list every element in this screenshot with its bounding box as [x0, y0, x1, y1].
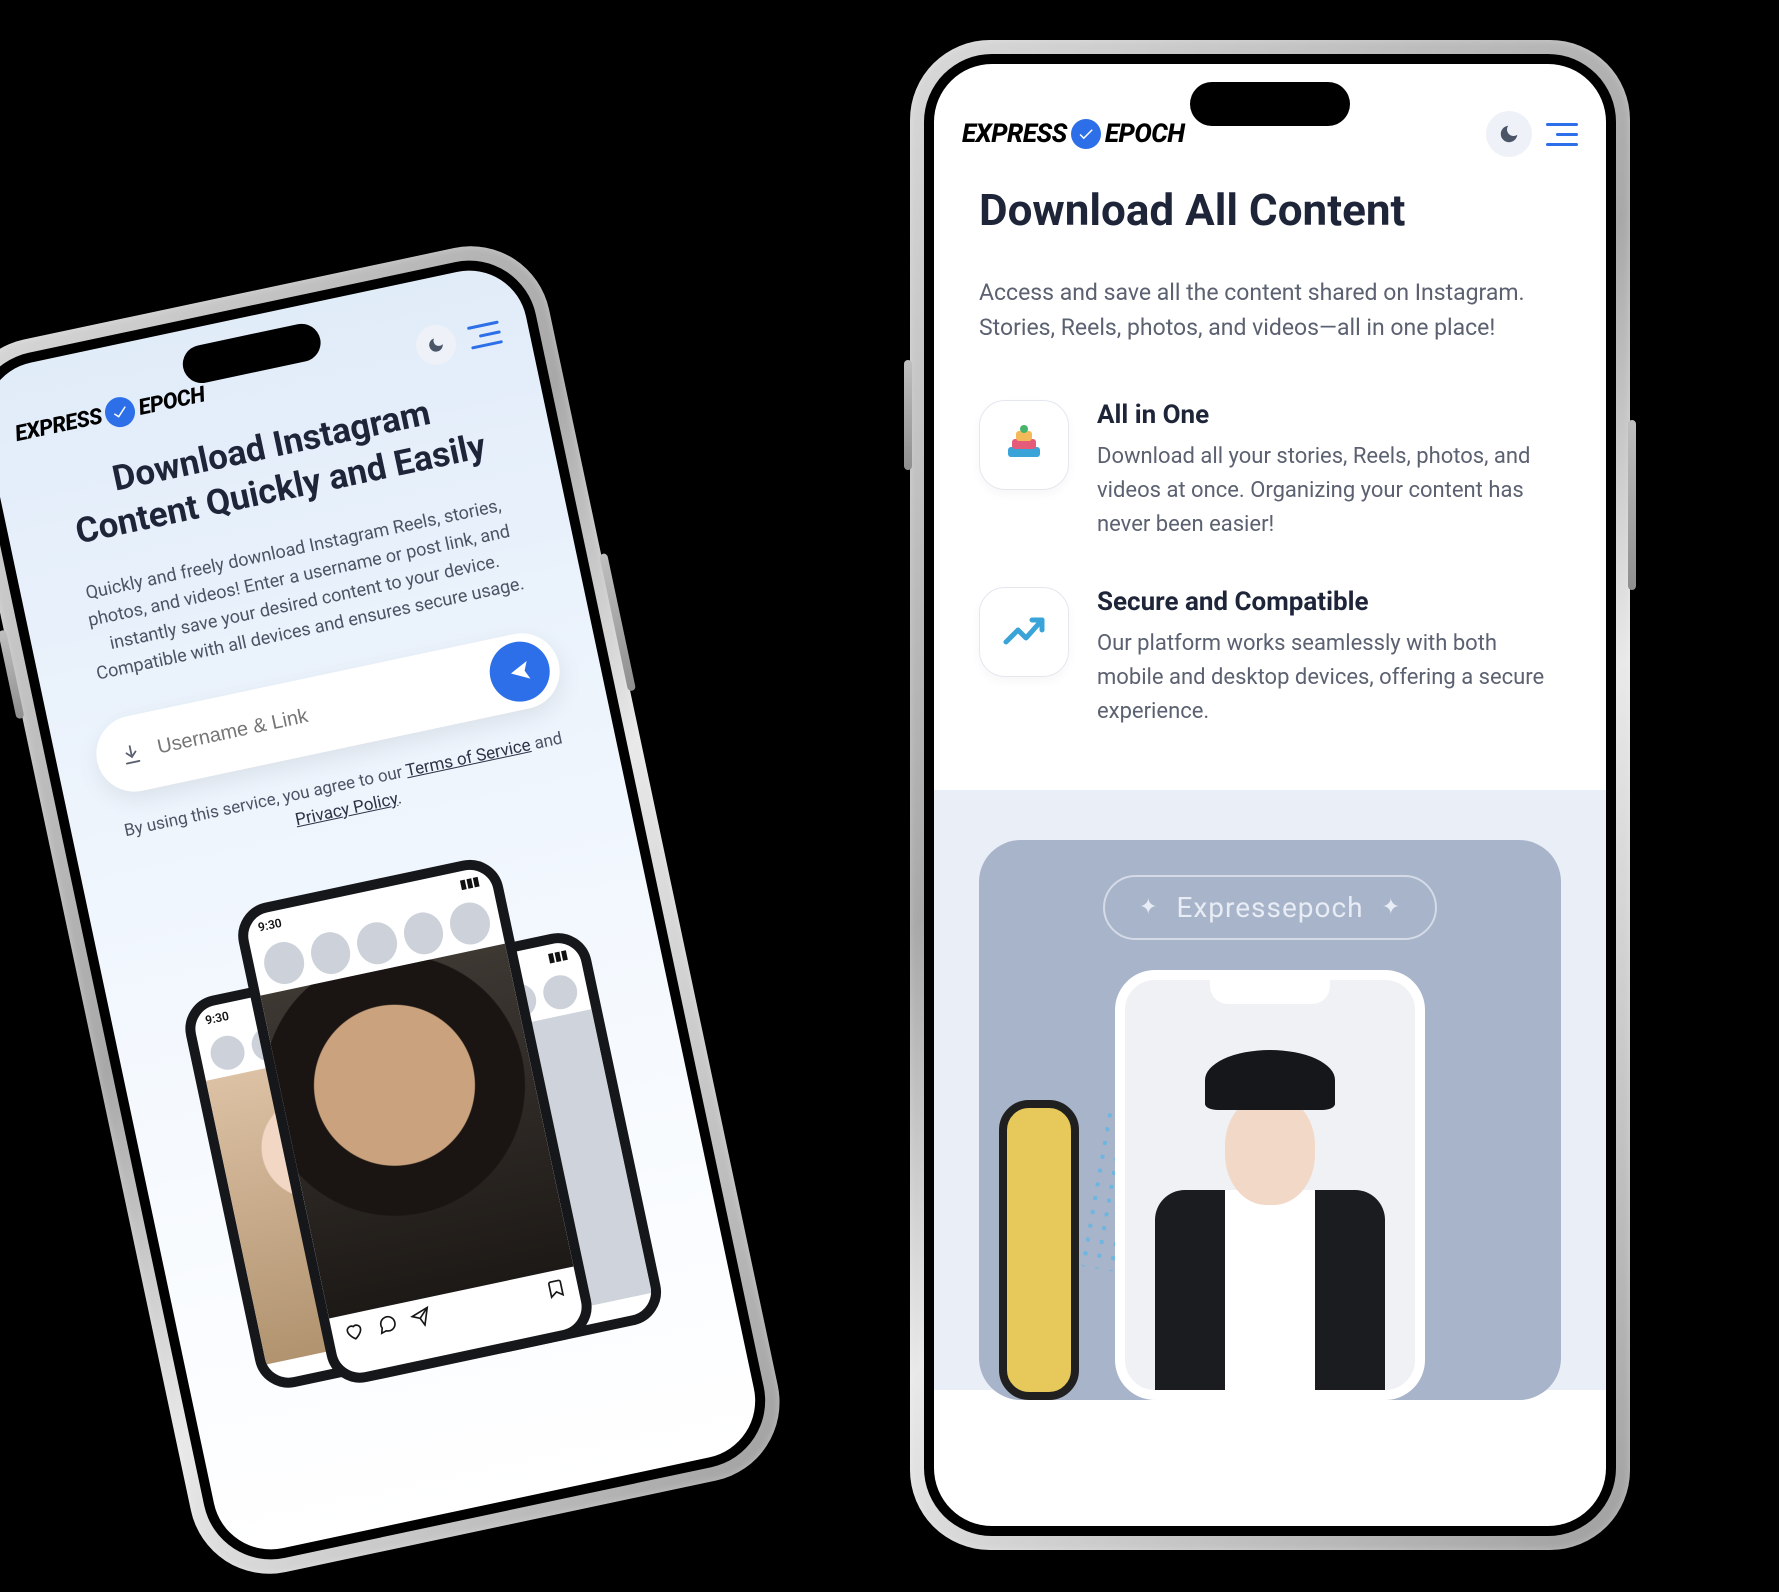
moon-icon [425, 334, 446, 355]
moon-icon [1498, 123, 1520, 145]
phone-mockup-left: EXPRESS EPOCH Download Instagram Content… [0, 231, 794, 1588]
brand-prefix: EXPRESS [962, 119, 1067, 149]
promo-center-phone [1115, 970, 1425, 1400]
hamburger-icon [1546, 123, 1578, 126]
sparkle-icon: ✦ [1382, 895, 1401, 920]
page-title: Download All Content [979, 184, 1561, 236]
theme-toggle-button[interactable] [1486, 111, 1532, 157]
submit-button[interactable] [484, 636, 555, 707]
gallery-mockup: 9:30▮▮▮ 9:30▮▮▮ 9:30▮▮▮ [133, 832, 711, 1478]
tos-link[interactable]: Terms of Service [404, 735, 533, 781]
share-icon[interactable] [409, 1305, 433, 1329]
carousel-stack-icon [979, 400, 1069, 490]
feature-all-in-one: All in One Download all your stories, Re… [979, 400, 1561, 542]
feature-desc: Download all your stories, Reels, photos… [1097, 440, 1561, 542]
send-icon [505, 657, 533, 685]
feature-title: Secure and Compatible [1097, 587, 1561, 617]
promo-pill: ✦ Expressepoch ✦ [1103, 875, 1437, 940]
promo-section: ✦ Expressepoch ✦ [934, 790, 1606, 1390]
comment-icon[interactable] [376, 1312, 400, 1336]
menu-button[interactable] [466, 316, 504, 354]
verified-badge-icon [1071, 119, 1101, 149]
sparkle-icon: ✦ [1139, 895, 1158, 920]
heart-icon[interactable] [342, 1319, 366, 1343]
brand-prefix: EXPRESS [13, 404, 104, 447]
phone-mockup-right: EXPRESS EPOCH Download All Content Acces… [910, 40, 1630, 1550]
promo-card: ✦ Expressepoch ✦ [979, 840, 1561, 1400]
feature-desc: Our platform works seamlessly with both … [1097, 627, 1561, 729]
menu-button[interactable] [1546, 118, 1578, 150]
search-input[interactable] [140, 666, 493, 763]
bookmark-icon[interactable] [544, 1276, 568, 1300]
promo-label: Expressepoch [1176, 891, 1363, 924]
trend-arrow-icon [979, 587, 1069, 677]
dynamic-island [1190, 82, 1350, 126]
gallery-photo [260, 943, 573, 1318]
brand-logo[interactable]: EXPRESS EPOCH [962, 119, 1185, 149]
brand-logo[interactable]: EXPRESS EPOCH [12, 379, 207, 449]
promo-person-illustration [1150, 1050, 1390, 1390]
feature-title: All in One [1097, 400, 1561, 430]
verified-badge-icon [102, 394, 138, 430]
theme-toggle-button[interactable] [412, 321, 459, 368]
page-subtitle: Access and save all the content shared o… [979, 276, 1561, 345]
feature-secure: Secure and Compatible Our platform works… [979, 587, 1561, 729]
promo-side-phone [999, 1100, 1079, 1400]
brand-suffix: EPOCH [136, 382, 207, 420]
brand-suffix: EPOCH [1105, 119, 1185, 149]
hamburger-icon [467, 320, 499, 330]
